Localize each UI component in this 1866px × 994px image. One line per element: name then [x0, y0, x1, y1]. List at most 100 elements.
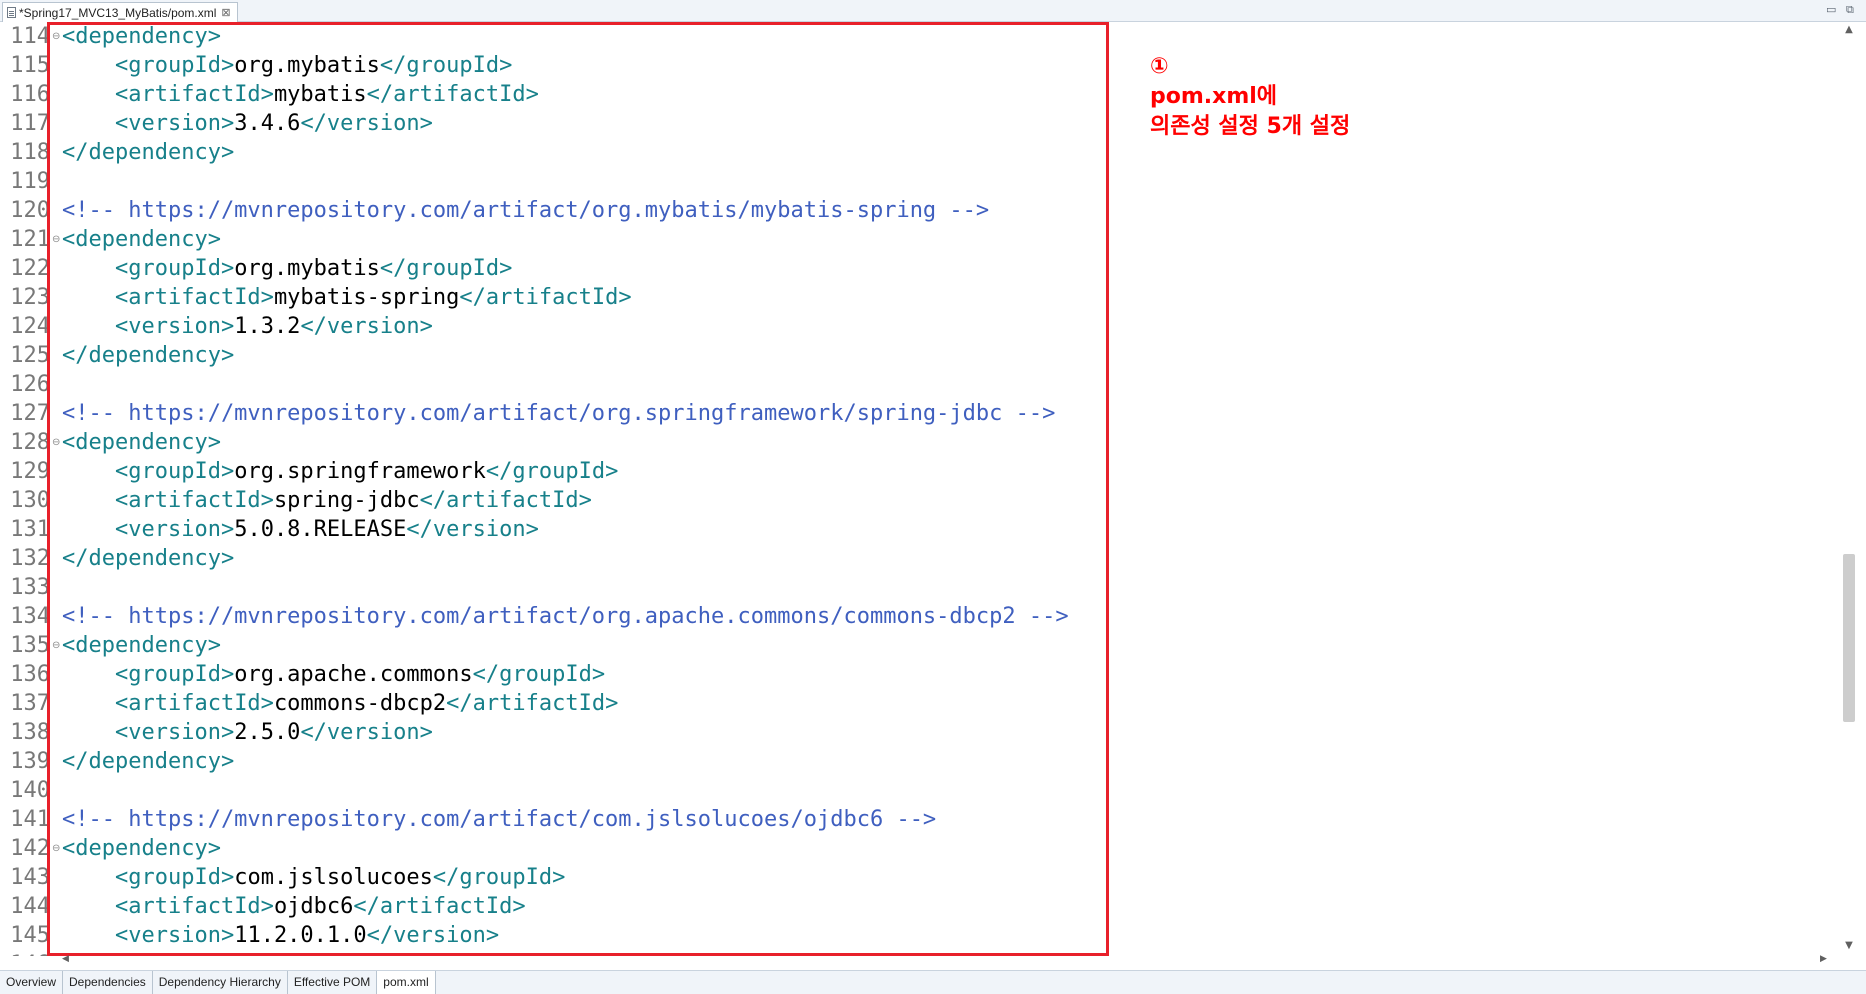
code-line[interactable]: 130 <artifactId>spring-jdbc</artifactId>: [0, 486, 1830, 515]
code-line[interactable]: 124 <version>1.3.2</version>: [0, 312, 1830, 341]
code-line[interactable]: 117 <version>3.4.6</version>: [0, 109, 1830, 138]
code-line[interactable]: 138 <version>2.5.0</version>: [0, 718, 1830, 747]
line-number: 128: [10, 430, 50, 455]
maximize-icon[interactable]: ⧉: [1846, 3, 1854, 17]
code-line[interactable]: 126: [0, 370, 1830, 399]
line-number: 140: [10, 778, 50, 803]
code-line[interactable]: 115 <groupId>org.mybatis</groupId>: [0, 51, 1830, 80]
xml-comment: <!-- https://mvnrepository.com/artifact/…: [62, 401, 1056, 426]
xml-tag: <groupId>: [114, 459, 235, 484]
fold-toggle-icon[interactable]: ⊖: [52, 834, 60, 863]
xml-text: org.springframework: [234, 459, 486, 484]
tab-dependencies[interactable]: Dependencies: [63, 971, 153, 994]
code-text: <dependency>: [62, 834, 221, 863]
code-text: <!-- https://mvnrepository.com/artifact/…: [62, 805, 936, 834]
xml-tag: <version>: [114, 923, 235, 948]
scroll-down-icon[interactable]: ▼: [1838, 940, 1860, 951]
code-text: <version>1.3.2</version>: [62, 312, 433, 341]
scroll-right-icon[interactable]: ▶: [1820, 954, 1827, 964]
fold-toggle-icon[interactable]: ⊖: [52, 225, 60, 254]
code-line[interactable]: 145 <version>11.2.0.1.0</version>: [0, 921, 1830, 950]
tab-effective-pom[interactable]: Effective POM: [288, 971, 378, 994]
editor-tab-pom-xml[interactable]: *Spring17_MVC13_MyBatis/pom.xml ⊠: [2, 2, 238, 22]
line-number: 124: [10, 314, 50, 339]
code-line[interactable]: 139 </dependency>: [0, 747, 1830, 776]
xml-source-editor[interactable]: 114 ⊖ <dependency> 115 <groupId>org.mybatis…: [0, 22, 1866, 968]
vertical-scrollbar[interactable]: ▲ ▼: [1838, 22, 1860, 956]
code-line[interactable]: 141 <!-- https://mvnrepository.com/artifa…: [0, 805, 1830, 834]
xml-tag: <groupId>: [114, 53, 235, 78]
code-line[interactable]: 132 </dependency>: [0, 544, 1830, 573]
line-number: 121: [10, 227, 50, 252]
close-tab-icon[interactable]: ⊠: [221, 6, 230, 19]
code-line[interactable]: 129 <groupId>org.springframework</groupI…: [0, 457, 1830, 486]
xml-text: spring-jdbc: [273, 488, 420, 513]
fold-toggle-icon[interactable]: ⊖: [52, 631, 60, 660]
horizontal-scrollbar[interactable]: ◀ ▶: [0, 954, 1866, 968]
line-number: 136: [10, 662, 50, 687]
xml-tag: <artifactId>: [114, 894, 274, 919]
xml-tag: </dependency>: [62, 546, 235, 571]
code-line[interactable]: 122 <groupId>org.mybatis</groupId>: [0, 254, 1830, 283]
code-line[interactable]: 142 ⊖ <dependency>: [0, 834, 1830, 863]
code-text: <groupId>com.jslsolucoes</groupId>: [62, 863, 565, 892]
xml-text: [62, 691, 115, 716]
code-text: <dependency>: [62, 631, 221, 660]
xml-tag: <dependency>: [62, 227, 221, 252]
xml-tag: </dependency>: [62, 140, 235, 165]
code-line[interactable]: 120 <!-- https://mvnrepository.com/artifa…: [0, 196, 1830, 225]
code-text: <artifactId>mybatis-spring</artifactId>: [62, 283, 632, 312]
code-line[interactable]: 140: [0, 776, 1830, 805]
code-line[interactable]: 118 </dependency>: [0, 138, 1830, 167]
xml-tag: <dependency>: [62, 836, 221, 861]
code-text: </dependency>: [62, 747, 234, 776]
code-line[interactable]: 127 <!-- https://mvnrepository.com/artifa…: [0, 399, 1830, 428]
xml-tag: </version>: [300, 720, 433, 745]
code-text: <groupId>org.springframework</groupId>: [62, 457, 618, 486]
code-line[interactable]: 131 <version>5.0.8.RELEASE</version>: [0, 515, 1830, 544]
xml-tag: </groupId>: [379, 53, 513, 78]
xml-comment: <!-- https://mvnrepository.com/artifact/…: [62, 604, 1069, 629]
code-line[interactable]: 134 <!-- https://mvnrepository.com/artifa…: [0, 602, 1830, 631]
code-text: <groupId>org.mybatis</groupId>: [62, 254, 512, 283]
code-line[interactable]: 137 <artifactId>commons-dbcp2</artifactI…: [0, 689, 1830, 718]
xml-tag: <dependency>: [62, 24, 221, 49]
vertical-scroll-thumb[interactable]: [1843, 554, 1855, 722]
code-line[interactable]: 114 ⊖ <dependency>: [0, 22, 1830, 51]
xml-file-icon: [7, 7, 16, 18]
code-line[interactable]: 121 ⊖ <dependency>: [0, 225, 1830, 254]
fold-toggle-icon[interactable]: ⊖: [52, 428, 60, 457]
line-number: 122: [10, 256, 50, 281]
scroll-left-icon[interactable]: ◀: [62, 954, 69, 964]
tab-dependency-hierarchy[interactable]: Dependency Hierarchy: [153, 971, 288, 994]
xml-tag: </groupId>: [379, 256, 513, 281]
xml-text: ojdbc6: [273, 894, 354, 919]
code-text: </dependency>: [62, 138, 234, 167]
code-line[interactable]: 125 </dependency>: [0, 341, 1830, 370]
code-line[interactable]: 143 <groupId>com.jslsolucoes</groupId>: [0, 863, 1830, 892]
xml-text: [62, 53, 115, 78]
code-line[interactable]: 133: [0, 573, 1830, 602]
fold-toggle-icon[interactable]: ⊖: [52, 22, 60, 51]
line-number: 139: [10, 749, 50, 774]
line-number: 115: [10, 53, 50, 78]
xml-text: [62, 111, 115, 136]
tab-overview[interactable]: Overview: [0, 971, 64, 994]
xml-tag: </artifactId>: [419, 488, 592, 513]
code-line[interactable]: 119: [0, 167, 1830, 196]
xml-text: 5.0.8.RELEASE: [234, 517, 407, 542]
minimize-icon[interactable]: ▭: [1826, 3, 1836, 16]
xml-text: [62, 923, 115, 948]
xml-text: [62, 720, 115, 745]
code-line[interactable]: 144 <artifactId>ojdbc6</artifactId>: [0, 892, 1830, 921]
line-number: 133: [10, 575, 50, 600]
code-line[interactable]: 123 <artifactId>mybatis-spring</artifact…: [0, 283, 1830, 312]
code-line[interactable]: 116 <artifactId>mybatis</artifactId>: [0, 80, 1830, 109]
line-number: 142: [10, 836, 50, 861]
code-line[interactable]: 136 <groupId>org.apache.commons</groupId…: [0, 660, 1830, 689]
code-line[interactable]: 128 ⊖ <dependency>: [0, 428, 1830, 457]
xml-text: [62, 865, 115, 890]
scroll-up-icon[interactable]: ▲: [1838, 24, 1860, 35]
code-line[interactable]: 135 ⊖ <dependency>: [0, 631, 1830, 660]
tab-pom-xml[interactable]: pom.xml: [377, 971, 436, 994]
